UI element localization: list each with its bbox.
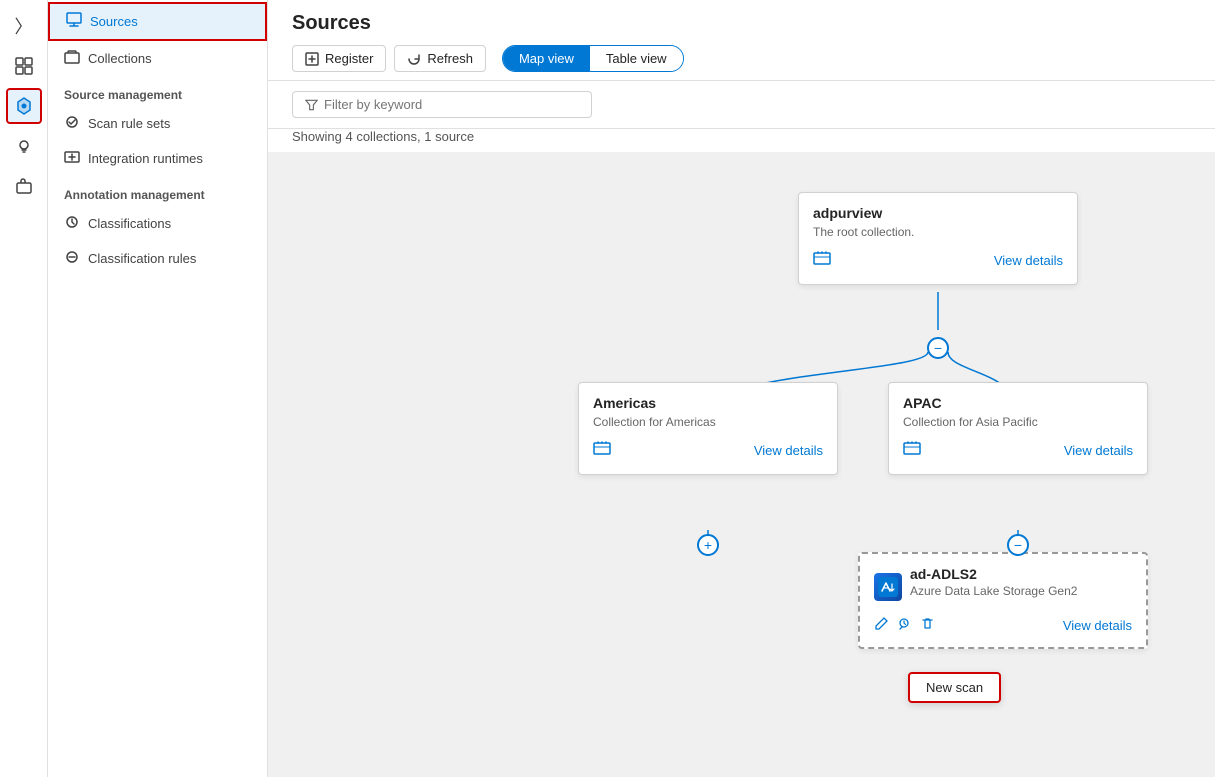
- page-header: Sources Register Refresh Map view Table …: [268, 0, 1215, 81]
- toolbar: Register Refresh Map view Table view: [292, 45, 1191, 72]
- apac-card-icon: [903, 439, 921, 462]
- adls2-card-subtitle: Azure Data Lake Storage Gen2: [910, 584, 1077, 598]
- briefcase-icon[interactable]: [6, 168, 42, 204]
- americas-card-view-details[interactable]: View details: [754, 443, 823, 458]
- map-view-button[interactable]: Map view: [503, 46, 590, 71]
- purview-icon[interactable]: [6, 88, 42, 124]
- root-card-title: adpurview: [813, 205, 1063, 221]
- nav-panel: Sources Collections Source management Sc…: [48, 0, 268, 777]
- nav-item-classification-rules[interactable]: Classification rules: [48, 241, 267, 276]
- view-toggle: Map view Table view: [502, 45, 684, 72]
- root-card-view-details[interactable]: View details: [994, 253, 1063, 268]
- scan-rule-sets-label: Scan rule sets: [88, 116, 170, 131]
- delete-icon[interactable]: [920, 616, 935, 635]
- nav-item-scan-rule-sets[interactable]: Scan rule sets: [48, 106, 267, 141]
- scan-icon[interactable]: [897, 616, 912, 635]
- root-card: adpurview The root collection. View deta…: [798, 192, 1078, 285]
- annotation-management-header: Annotation management: [48, 176, 267, 206]
- apac-card-view-details[interactable]: View details: [1064, 443, 1133, 458]
- map-area: adpurview The root collection. View deta…: [268, 152, 1215, 777]
- integration-runtimes-icon: [64, 149, 80, 168]
- register-icon: [305, 52, 319, 66]
- register-button[interactable]: Register: [292, 45, 386, 72]
- integration-runtimes-label: Integration runtimes: [88, 151, 203, 166]
- new-scan-label: New scan: [926, 680, 983, 695]
- americas-card-title: Americas: [593, 395, 823, 411]
- root-collapse-button[interactable]: −: [927, 337, 949, 359]
- adls2-card-info: ad-ADLS2 Azure Data Lake Storage Gen2: [910, 566, 1077, 608]
- classification-rules-icon: [64, 249, 80, 268]
- refresh-button[interactable]: Refresh: [394, 45, 486, 72]
- expand-icon[interactable]: 〉: [6, 8, 42, 44]
- action-icons: [874, 616, 935, 635]
- source-management-header: Source management: [48, 76, 267, 106]
- filter-icon: [305, 98, 318, 112]
- adls2-card: ad-ADLS2 Azure Data Lake Storage Gen2: [858, 552, 1148, 649]
- americas-card-subtitle: Collection for Americas: [593, 415, 823, 429]
- filter-keyword-input[interactable]: [324, 97, 579, 112]
- icon-sidebar: 〉: [0, 0, 48, 777]
- root-card-subtitle: The root collection.: [813, 225, 1063, 239]
- filter-input-container[interactable]: [292, 91, 592, 118]
- page-title: Sources: [292, 12, 1191, 35]
- table-view-button[interactable]: Table view: [590, 46, 683, 71]
- collections-nav-icon: [64, 49, 80, 68]
- root-card-icon: [813, 249, 831, 272]
- sources-nav-icon: [66, 12, 82, 31]
- scan-rule-sets-icon: [64, 114, 80, 133]
- grid-icon[interactable]: [6, 48, 42, 84]
- adls2-card-title: ad-ADLS2: [910, 566, 1077, 582]
- edit-icon[interactable]: [874, 616, 889, 635]
- americas-card: Americas Collection for Americas View de…: [578, 382, 838, 475]
- adls2-card-footer: View details: [874, 616, 1132, 635]
- collections-nav-label: Collections: [88, 51, 152, 66]
- showing-text: Showing 4 collections, 1 source: [268, 129, 1215, 152]
- lightbulb-icon[interactable]: [6, 128, 42, 164]
- apac-card-title: APAC: [903, 395, 1133, 411]
- sources-nav-label: Sources: [90, 14, 138, 29]
- adls2-icon: [874, 573, 902, 601]
- main-content: Sources Register Refresh Map view Table …: [268, 0, 1215, 777]
- americas-expand-button[interactable]: +: [697, 534, 719, 556]
- nav-item-collections[interactable]: Collections: [48, 41, 267, 76]
- nav-item-sources[interactable]: Sources: [48, 2, 267, 41]
- classifications-label: Classifications: [88, 216, 171, 231]
- classification-rules-label: Classification rules: [88, 251, 196, 266]
- nav-item-integration-runtimes[interactable]: Integration runtimes: [48, 141, 267, 176]
- adls2-card-view-details[interactable]: View details: [1063, 618, 1132, 633]
- americas-card-icon: [593, 439, 611, 462]
- apac-collapse-button[interactable]: −: [1007, 534, 1029, 556]
- adls2-card-header: ad-ADLS2 Azure Data Lake Storage Gen2: [874, 566, 1132, 608]
- apac-card: APAC Collection for Asia Pacific View de…: [888, 382, 1148, 475]
- new-scan-popup[interactable]: New scan: [908, 672, 1001, 703]
- refresh-icon: [407, 52, 421, 66]
- apac-card-subtitle: Collection for Asia Pacific: [903, 415, 1133, 429]
- nav-item-classifications[interactable]: Classifications: [48, 206, 267, 241]
- classifications-icon: [64, 214, 80, 233]
- filter-bar: [268, 81, 1215, 129]
